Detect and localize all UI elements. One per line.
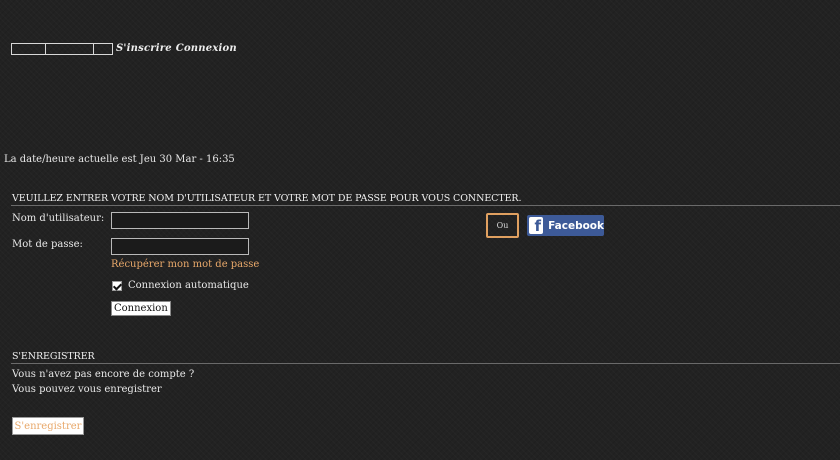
nav-image-placeholder[interactable] [93,43,113,55]
register-button[interactable]: S'enregistrer [12,417,84,435]
register-text-line1: Vous n'avez pas encore de compte ? [12,369,195,380]
login-heading: VEUILLEZ ENTRER VOTRE NOM D'UTILISATEUR … [12,193,522,204]
facebook-login-button[interactable]: f Facebook [527,215,604,236]
nav-login-link[interactable]: Connexion [176,43,237,55]
divider [11,363,840,364]
username-label: Nom d'utilisateur: [12,213,105,224]
top-nav: S'inscrire Connexion [11,43,237,55]
login-submit-button[interactable]: Connexion [111,301,171,316]
register-text-line2: Vous pouvez vous enregistrer [12,384,162,395]
nav-image-placeholder[interactable] [11,43,46,55]
auto-login-row: Connexion automatique [112,280,249,291]
facebook-label: Facebook [548,219,604,232]
auto-login-label: Connexion automatique [128,280,249,291]
auto-login-checkbox[interactable] [112,280,122,291]
or-separator: Ou [486,213,519,238]
password-label: Mot de passe: [12,239,83,250]
nav-register-link[interactable]: S'inscrire [116,43,172,55]
forgot-password-link[interactable]: Récupérer mon mot de passe [111,259,259,270]
password-input[interactable] [111,238,249,255]
nav-image-placeholder[interactable] [45,43,94,55]
username-input[interactable] [111,212,249,229]
divider [11,205,840,206]
facebook-icon: f [529,217,544,234]
current-datetime: La date/heure actuelle est Jeu 30 Mar - … [4,154,235,165]
register-heading: S'ENREGISTRER [12,351,95,362]
